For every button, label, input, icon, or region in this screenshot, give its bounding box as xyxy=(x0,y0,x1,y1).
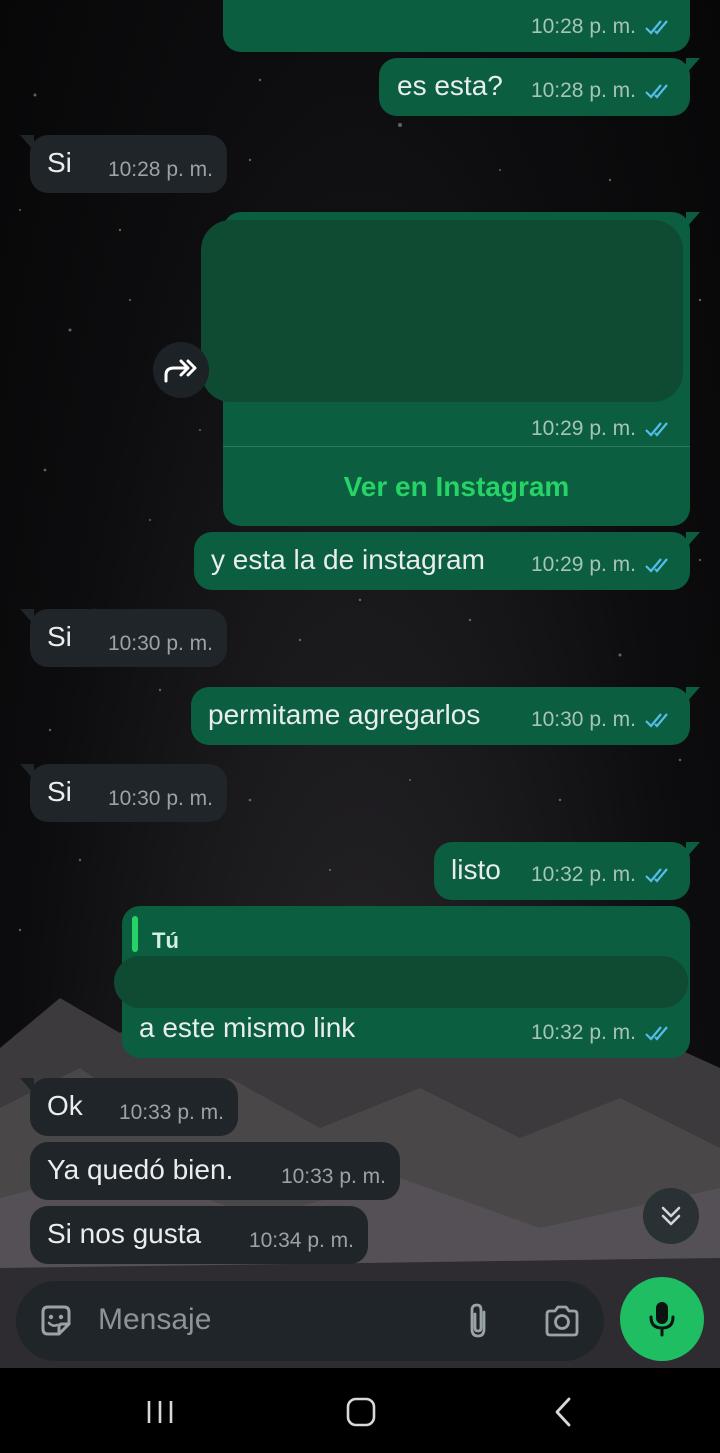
redacted-quote xyxy=(114,956,688,1008)
forward-icon xyxy=(164,359,197,383)
divider xyxy=(223,446,690,447)
message-time: 10:30 p. m. xyxy=(107,787,213,810)
message-time: 10:28 p. m. xyxy=(530,79,636,102)
message-time: 10:34 p. m. xyxy=(248,1229,354,1252)
message-text: Si xyxy=(47,621,72,652)
read-ticks-icon xyxy=(645,713,668,728)
quoted-sender: Tú xyxy=(152,928,179,953)
message-text: a este mismo link xyxy=(139,1012,356,1043)
quote-bar xyxy=(132,916,138,952)
voice-message-button[interactable] xyxy=(620,1277,704,1361)
message-text: es esta? xyxy=(397,70,503,101)
message-bubble-outgoing[interactable]: 10:28 p. m. xyxy=(223,0,690,52)
system-navigation-bar xyxy=(0,1368,720,1453)
message-time: 10:29 p. m. xyxy=(530,417,636,440)
message-time: 10:28 p. m. xyxy=(530,15,636,38)
message-input[interactable]: Mensaje xyxy=(98,1303,211,1337)
message-time: 10:33 p. m. xyxy=(118,1101,224,1124)
message-text: Si nos gusta xyxy=(47,1218,202,1249)
attach-button[interactable] xyxy=(460,1301,496,1341)
quoted-message[interactable]: Tú xyxy=(114,906,690,1008)
message-text: Ok xyxy=(47,1090,83,1121)
message-text: Ya quedó bien. xyxy=(47,1154,234,1185)
message-text: y esta la de instagram xyxy=(211,544,485,575)
message-bubble-incoming[interactable]: Si 10:30 p. m. xyxy=(20,609,227,667)
message-time: 10:30 p. m. xyxy=(530,708,636,731)
double-chevron-down-icon xyxy=(661,1206,681,1226)
camera-button[interactable] xyxy=(542,1301,582,1341)
message-text: Si xyxy=(47,147,72,178)
camera-icon xyxy=(545,1305,579,1337)
message-bubble-outgoing-reply[interactable]: Tú a este mismo link 10:32 p. m. xyxy=(114,906,690,1058)
read-ticks-icon xyxy=(645,84,668,99)
message-time: 10:33 p. m. xyxy=(280,1165,386,1188)
home-icon xyxy=(346,1397,376,1427)
message-text: listo xyxy=(451,854,501,885)
message-bubble-outgoing[interactable]: permitame agregarlos 10:30 p. m. xyxy=(191,687,700,745)
message-bubble-outgoing[interactable]: es esta? 10:28 p. m. xyxy=(379,58,700,116)
back-icon xyxy=(555,1397,571,1427)
attach-icon xyxy=(470,1303,486,1338)
mic-icon xyxy=(649,1302,675,1337)
view-on-instagram-link[interactable]: Ver en Instagram xyxy=(223,470,690,504)
message-bubble-outgoing[interactable]: y esta la de instagram 10:29 p. m. xyxy=(194,532,700,590)
message-time: 10:28 p. m. xyxy=(107,158,213,181)
sticker-icon xyxy=(41,1305,71,1336)
message-bubble-incoming[interactable]: Ok 10:33 p. m. xyxy=(20,1078,238,1136)
read-ticks-icon xyxy=(645,1026,668,1041)
recent-apps-button[interactable] xyxy=(130,1390,190,1434)
home-button[interactable] xyxy=(331,1390,391,1434)
message-bubble-incoming[interactable]: Ya quedó bien. 10:33 p. m. xyxy=(30,1142,400,1200)
message-bubble-outgoing[interactable]: listo 10:32 p. m. xyxy=(434,842,700,900)
back-button[interactable] xyxy=(533,1390,593,1434)
sticker-button[interactable] xyxy=(36,1301,76,1341)
instagram-share-bubble[interactable]: 10:29 p. m. Ver en Instagram xyxy=(201,212,700,526)
scroll-to-bottom-button[interactable] xyxy=(643,1188,699,1244)
read-ticks-icon xyxy=(645,422,668,437)
forward-button[interactable] xyxy=(153,342,209,398)
recent-apps-icon xyxy=(147,1401,173,1423)
redacted-media xyxy=(201,220,683,402)
message-time: 10:29 p. m. xyxy=(530,553,636,576)
message-bubble-incoming[interactable]: Si nos gusta 10:34 p. m. xyxy=(30,1206,368,1264)
read-ticks-icon xyxy=(645,868,668,883)
message-time: 10:30 p. m. xyxy=(107,632,213,655)
message-text: Si xyxy=(47,776,72,807)
message-bubble-incoming[interactable]: Si 10:30 p. m. xyxy=(20,764,227,822)
message-text: permitame agregarlos xyxy=(208,699,481,730)
message-time: 10:32 p. m. xyxy=(530,863,636,886)
read-ticks-icon xyxy=(645,558,668,573)
read-ticks-icon xyxy=(645,20,668,35)
message-bubble-incoming[interactable]: Si 10:28 p. m. xyxy=(20,135,227,193)
message-time: 10:32 p. m. xyxy=(530,1021,636,1044)
message-composer[interactable]: Mensaje xyxy=(16,1281,604,1361)
